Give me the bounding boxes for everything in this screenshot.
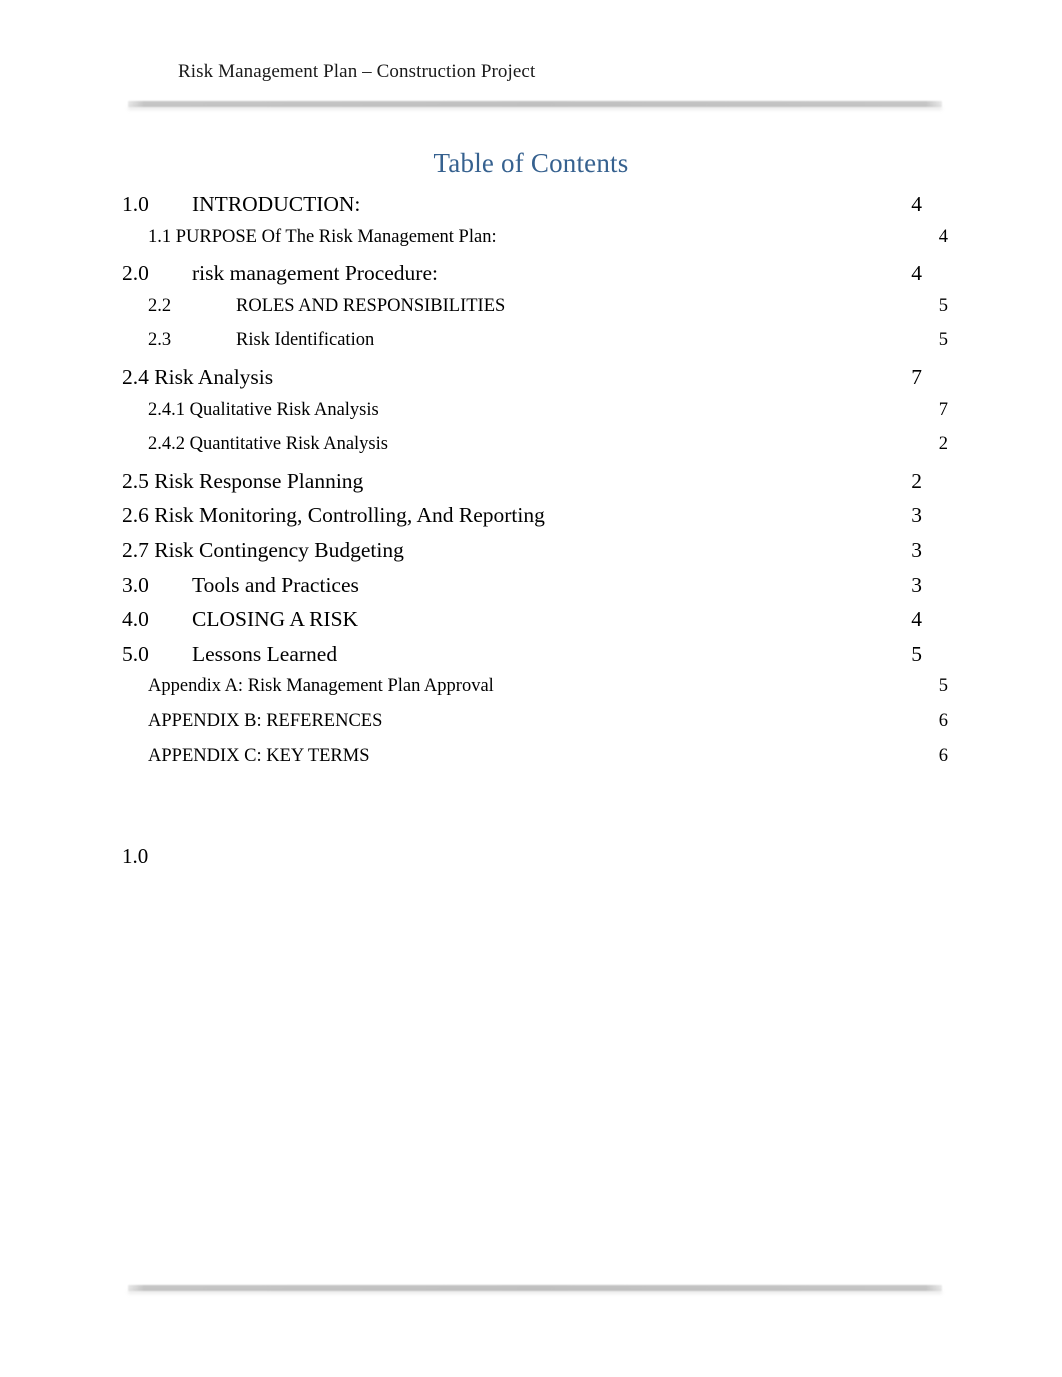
toc-entry-page-number: 4: [911, 192, 922, 216]
toc-entry-number: 1.0: [122, 192, 149, 216]
table-of-contents-list: 1.0 INTRODUCTION: 4 1.1 PURPOSE Of The Risk…: [122, 192, 948, 780]
toc-entry-number: 5.0: [122, 641, 149, 666]
document-running-header: Risk Management Plan – Construction Proj…: [178, 61, 536, 82]
toc-entry-page-number: 5: [938, 295, 948, 316]
toc-entry-label: Tools and Practices: [192, 572, 359, 597]
toc-entry[interactable]: 2.2 ROLES AND RESPONSIBILITIES 5: [122, 296, 948, 331]
toc-entry-page-number: 3: [911, 503, 922, 528]
toc-entry-label: CLOSING A RISK: [192, 607, 359, 632]
toc-entry[interactable]: 2.3 Risk Identification 5: [122, 330, 948, 365]
toc-entry[interactable]: 4.0 CLOSING A RISK 4: [122, 607, 922, 642]
toc-entry[interactable]: 1.1 PURPOSE Of The Risk Management Plan:…: [122, 227, 948, 262]
toc-entry-page-number: 7: [938, 399, 948, 420]
toc-entry-label: Lessons Learned: [192, 641, 338, 666]
toc-entry[interactable]: 2.4.1 Qualitative Risk Analysis 7: [122, 400, 948, 435]
toc-entry[interactable]: 1.0 INTRODUCTION: 4: [122, 192, 922, 227]
toc-entry[interactable]: 2.4 Risk Analysis 7: [122, 365, 922, 400]
toc-entry-page-number: 4: [938, 226, 948, 247]
toc-entry-page-number: 7: [911, 364, 922, 389]
toc-entry-page-number: 4: [911, 261, 922, 286]
toc-entry[interactable]: 2.4.2 Quantitative Risk Analysis 2: [122, 434, 948, 469]
toc-entry[interactable]: 2.0 risk management Procedure: 4: [122, 261, 922, 296]
toc-entry-label: 2.7 Risk Contingency Budgeting: [122, 537, 404, 562]
toc-entry-label: 2.4 Risk Analysis: [122, 364, 274, 389]
table-of-contents-title: Table of Contents: [433, 148, 629, 178]
toc-entry-page-number: 5: [911, 641, 922, 666]
toc-entry-label: 2.5 Risk Response Planning: [122, 468, 364, 493]
toc-entry-label: 2.6 Risk Monitoring, Controlling, And Re…: [122, 503, 545, 528]
toc-entry-label: Risk Identification: [236, 330, 375, 351]
toc-entry-page-number: 5: [938, 330, 948, 351]
toc-entry[interactable]: 3.0 Tools and Practices 3: [122, 573, 922, 608]
toc-entry-label: 1.1 PURPOSE Of The Risk Management Plan:: [148, 226, 497, 247]
toc-entry[interactable]: APPENDIX B: REFERENCES 6: [122, 711, 948, 746]
toc-entry-page-number: 3: [911, 537, 922, 562]
toc-entry-number: 3.0: [122, 572, 149, 597]
toc-entry-page-number: 6: [938, 745, 948, 766]
toc-entry-page-number: 6: [938, 710, 948, 731]
document-page: Risk Management Plan – Construction Proj…: [0, 0, 1062, 1377]
toc-entry[interactable]: APPENDIX C: KEY TERMS 6: [122, 746, 948, 781]
toc-entry[interactable]: 5.0 Lessons Learned 5: [122, 642, 922, 677]
toc-entry-number: 2.0: [122, 261, 149, 286]
toc-entry-label: risk management Procedure:: [192, 261, 438, 286]
toc-entry-page-number: 2: [911, 468, 922, 493]
toc-entry[interactable]: Appendix A: Risk Management Plan Approva…: [122, 676, 948, 711]
toc-entry-label: 2.4.2 Quantitative Risk Analysis: [148, 434, 388, 455]
toc-entry-label: Appendix A: Risk Management Plan Approva…: [148, 676, 494, 697]
toc-entry-label: APPENDIX C: KEY TERMS: [148, 745, 370, 766]
toc-entry-page-number: 2: [938, 434, 948, 455]
toc-entry-number: 2.2: [148, 295, 172, 316]
toc-entry[interactable]: 2.6 Risk Monitoring, Controlling, And Re…: [122, 503, 922, 538]
toc-entry-number: 2.3: [148, 330, 172, 351]
toc-entry-label: ROLES AND RESPONSIBILITIES: [236, 295, 506, 316]
toc-entry-label: INTRODUCTION:: [192, 192, 361, 216]
footer-divider-shadow: [128, 1291, 942, 1295]
toc-entry-page-number: 3: [911, 572, 922, 597]
toc-entry-label: APPENDIX B: REFERENCES: [148, 710, 383, 731]
toc-entry[interactable]: 2.7 Risk Contingency Budgeting 3: [122, 538, 922, 573]
toc-entry-page-number: 5: [938, 676, 948, 697]
toc-entry-label: 2.4.1 Qualitative Risk Analysis: [148, 399, 379, 420]
body-section-stub: 1.0: [122, 844, 149, 868]
toc-entry[interactable]: 2.5 Risk Response Planning 2: [122, 469, 922, 504]
toc-entry-number: 4.0: [122, 607, 149, 632]
header-divider-shadow: [128, 107, 942, 111]
toc-entry-page-number: 4: [911, 607, 922, 632]
